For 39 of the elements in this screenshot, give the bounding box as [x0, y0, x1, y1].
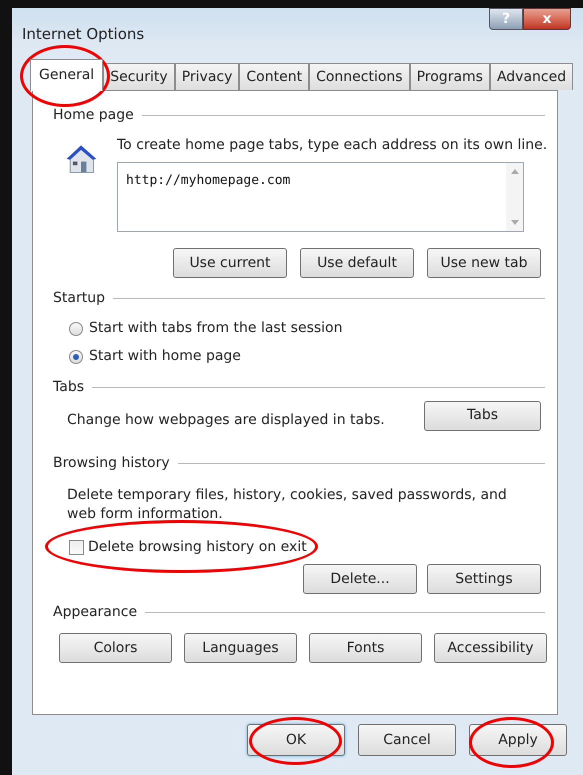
button[interactable]: Accessibility — [434, 633, 547, 663]
description-text: Change how webpages are displayed in tabs. — [67, 411, 385, 430]
checkbox[interactable] — [69, 540, 84, 555]
button[interactable]: Colors — [59, 633, 172, 663]
tab[interactable]: Connections — [309, 63, 410, 90]
dialog-button[interactable]: Cancel — [358, 724, 456, 756]
dialog-button[interactable]: Apply — [469, 724, 567, 756]
section-heading: Appearance — [53, 603, 138, 622]
button[interactable]: Fonts — [309, 633, 422, 663]
tab[interactable]: Privacy — [174, 63, 240, 90]
button[interactable]: Languages — [184, 633, 297, 663]
description-text: Delete temporary files, history, cookies, saved passwords, and web form information. — [67, 486, 507, 524]
section-heading: Home page — [53, 106, 134, 125]
button[interactable]: Settings — [427, 564, 541, 594]
up-arrow-icon[interactable] — [510, 169, 518, 174]
checkbox-label: Delete browsing history on exit — [88, 538, 307, 557]
section-heading: Tabs — [53, 378, 84, 397]
button[interactable]: Use default — [300, 248, 414, 278]
tab[interactable]: Programs — [410, 63, 490, 90]
section-heading: Startup — [53, 289, 105, 308]
tab[interactable]: General — [30, 59, 104, 91]
tab[interactable]: Advanced — [490, 63, 574, 90]
button[interactable]: Delete... — [303, 564, 417, 594]
instruction-text: To create home page tabs, type each address on its own line. — [117, 136, 548, 155]
button[interactable]: Use new tab — [427, 248, 541, 278]
scrollbar[interactable] — [506, 163, 523, 231]
section-heading: Browsing history — [53, 454, 170, 473]
button[interactable]: Use current — [173, 248, 287, 278]
radio-label: Start with tabs from the last session — [89, 319, 342, 338]
down-arrow-icon[interactable] — [510, 220, 518, 225]
tab[interactable]: Security — [103, 63, 175, 90]
button[interactable]: Tabs — [424, 400, 541, 430]
radio-button[interactable] — [69, 322, 83, 336]
address-field[interactable]: http://myhomepage.com — [117, 162, 524, 232]
window-title: Internet Options — [22, 24, 144, 45]
radio-label: Start with home page — [89, 347, 241, 366]
radio-button[interactable] — [69, 350, 83, 364]
dialog-button[interactable]: OK — [247, 724, 345, 756]
tab[interactable]: Content — [239, 63, 310, 90]
